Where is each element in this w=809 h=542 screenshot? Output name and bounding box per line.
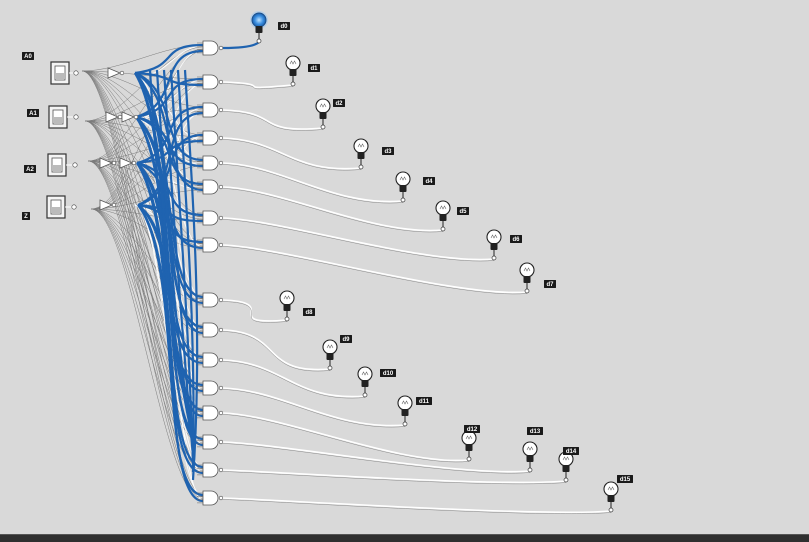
output-label-d8-text: d8 bbox=[305, 310, 313, 316]
input-switch-a0[interactable] bbox=[50, 61, 79, 85]
input-label-a0-text: A0 bbox=[24, 54, 32, 60]
output-label-d8: d8 bbox=[303, 308, 315, 316]
lamp-d0-icon bbox=[250, 11, 268, 44]
output-label-d14: d14 bbox=[563, 447, 579, 455]
input-label-a1: A1 bbox=[27, 109, 39, 117]
lamp-d13-icon bbox=[522, 441, 538, 473]
lamp-d11-icon bbox=[397, 395, 413, 427]
lamp-d4-icon bbox=[395, 171, 411, 203]
output-label-d13-text: d13 bbox=[530, 429, 541, 435]
output-label-d5-text: d5 bbox=[459, 209, 467, 215]
lamp-d6-icon bbox=[486, 229, 502, 261]
output-label-d1: d1 bbox=[308, 64, 320, 72]
input-switch-a1[interactable] bbox=[48, 105, 79, 129]
output-label-d7-text: d7 bbox=[546, 282, 554, 288]
lamp-d14-icon bbox=[558, 451, 574, 483]
and-gate-1 bbox=[197, 74, 224, 90]
lamp-d2-icon bbox=[315, 98, 331, 130]
and-gates bbox=[197, 40, 224, 506]
and-gate-0 bbox=[197, 40, 224, 56]
and-gate-14 bbox=[197, 462, 224, 478]
output-label-d4: d4 bbox=[423, 177, 435, 185]
and-gate-15 bbox=[197, 490, 224, 506]
output-label-d0: d0 bbox=[278, 22, 290, 30]
and-gate-11 bbox=[197, 380, 224, 396]
output-label-d2: d2 bbox=[333, 99, 345, 107]
lamp-d10-icon bbox=[357, 366, 373, 398]
output-label-d10-text: d10 bbox=[383, 371, 394, 377]
input-label-a1-text: A1 bbox=[29, 111, 37, 117]
output-label-d3: d3 bbox=[382, 147, 394, 155]
and-gate-4 bbox=[197, 155, 224, 171]
output-label-d12: d12 bbox=[464, 425, 480, 433]
and-gate-3 bbox=[197, 130, 224, 146]
output-label-d12-text: d12 bbox=[467, 427, 478, 433]
and-gate-12 bbox=[197, 405, 224, 421]
input-switches bbox=[46, 61, 79, 219]
and-gate-6 bbox=[197, 210, 224, 226]
output-label-d9-text: d9 bbox=[342, 337, 350, 343]
and-gate-2 bbox=[197, 102, 224, 118]
output-label-d6-text: d6 bbox=[512, 237, 520, 243]
output-lamps bbox=[250, 11, 619, 513]
output-label-d1-text: d1 bbox=[310, 66, 318, 72]
output-label-d14-text: d14 bbox=[566, 449, 577, 455]
and-gate-9 bbox=[197, 322, 224, 338]
output-label-d0-text: d0 bbox=[280, 24, 288, 30]
lamp-d5-icon bbox=[435, 200, 451, 232]
and-gate-8 bbox=[197, 292, 224, 308]
lamp-d1-icon bbox=[285, 55, 301, 87]
lamp-d7-icon bbox=[519, 262, 535, 294]
input-switch-z[interactable] bbox=[46, 195, 77, 219]
labels: A0 A1 A2 Zd0 d1 d2 d3 d4 d5 d6 d7 d8 d9 d10 d11 d12 d13 d… bbox=[22, 22, 633, 483]
output-label-d7: d7 bbox=[544, 280, 556, 288]
output-label-d15-text: d15 bbox=[620, 477, 631, 483]
input-label-a2: A2 bbox=[24, 165, 36, 173]
lamp-d9-icon bbox=[322, 339, 338, 371]
circuit-canvas[interactable]: A0 A1 A2 Zd0 d1 d2 d3 d4 d5 d6 d7 d8 d9 d10 d11 d12 d13 d… bbox=[0, 0, 809, 534]
lamp-d15-icon bbox=[603, 481, 619, 513]
output-label-d2-text: d2 bbox=[335, 101, 343, 107]
output-label-d10: d10 bbox=[380, 369, 396, 377]
lamp-d12-icon bbox=[461, 430, 477, 462]
and-gate-10 bbox=[197, 352, 224, 368]
and-gate-7 bbox=[197, 237, 224, 253]
lamp-d8-icon bbox=[279, 290, 295, 322]
input-label-a0: A0 bbox=[22, 52, 34, 60]
input-label-a2-text: A2 bbox=[26, 167, 34, 173]
input-label-z-text: Z bbox=[24, 214, 28, 220]
input-label-z: Z bbox=[22, 212, 30, 220]
output-label-d15: d15 bbox=[617, 475, 633, 483]
inverter bbox=[107, 67, 125, 79]
output-label-d13: d13 bbox=[527, 427, 543, 435]
output-label-d3-text: d3 bbox=[384, 149, 392, 155]
output-label-d6: d6 bbox=[510, 235, 522, 243]
inverter bbox=[121, 111, 139, 123]
output-label-d11-text: d11 bbox=[419, 399, 430, 405]
and-gate-5 bbox=[197, 179, 224, 195]
input-switch-a2[interactable] bbox=[47, 153, 78, 177]
output-label-d11: d11 bbox=[416, 397, 432, 405]
output-label-d9: d9 bbox=[340, 335, 352, 343]
lamp-d3-icon bbox=[353, 138, 369, 170]
output-label-d5: d5 bbox=[457, 207, 469, 215]
and-gate-13 bbox=[197, 434, 224, 450]
output-label-d4-text: d4 bbox=[425, 179, 433, 185]
